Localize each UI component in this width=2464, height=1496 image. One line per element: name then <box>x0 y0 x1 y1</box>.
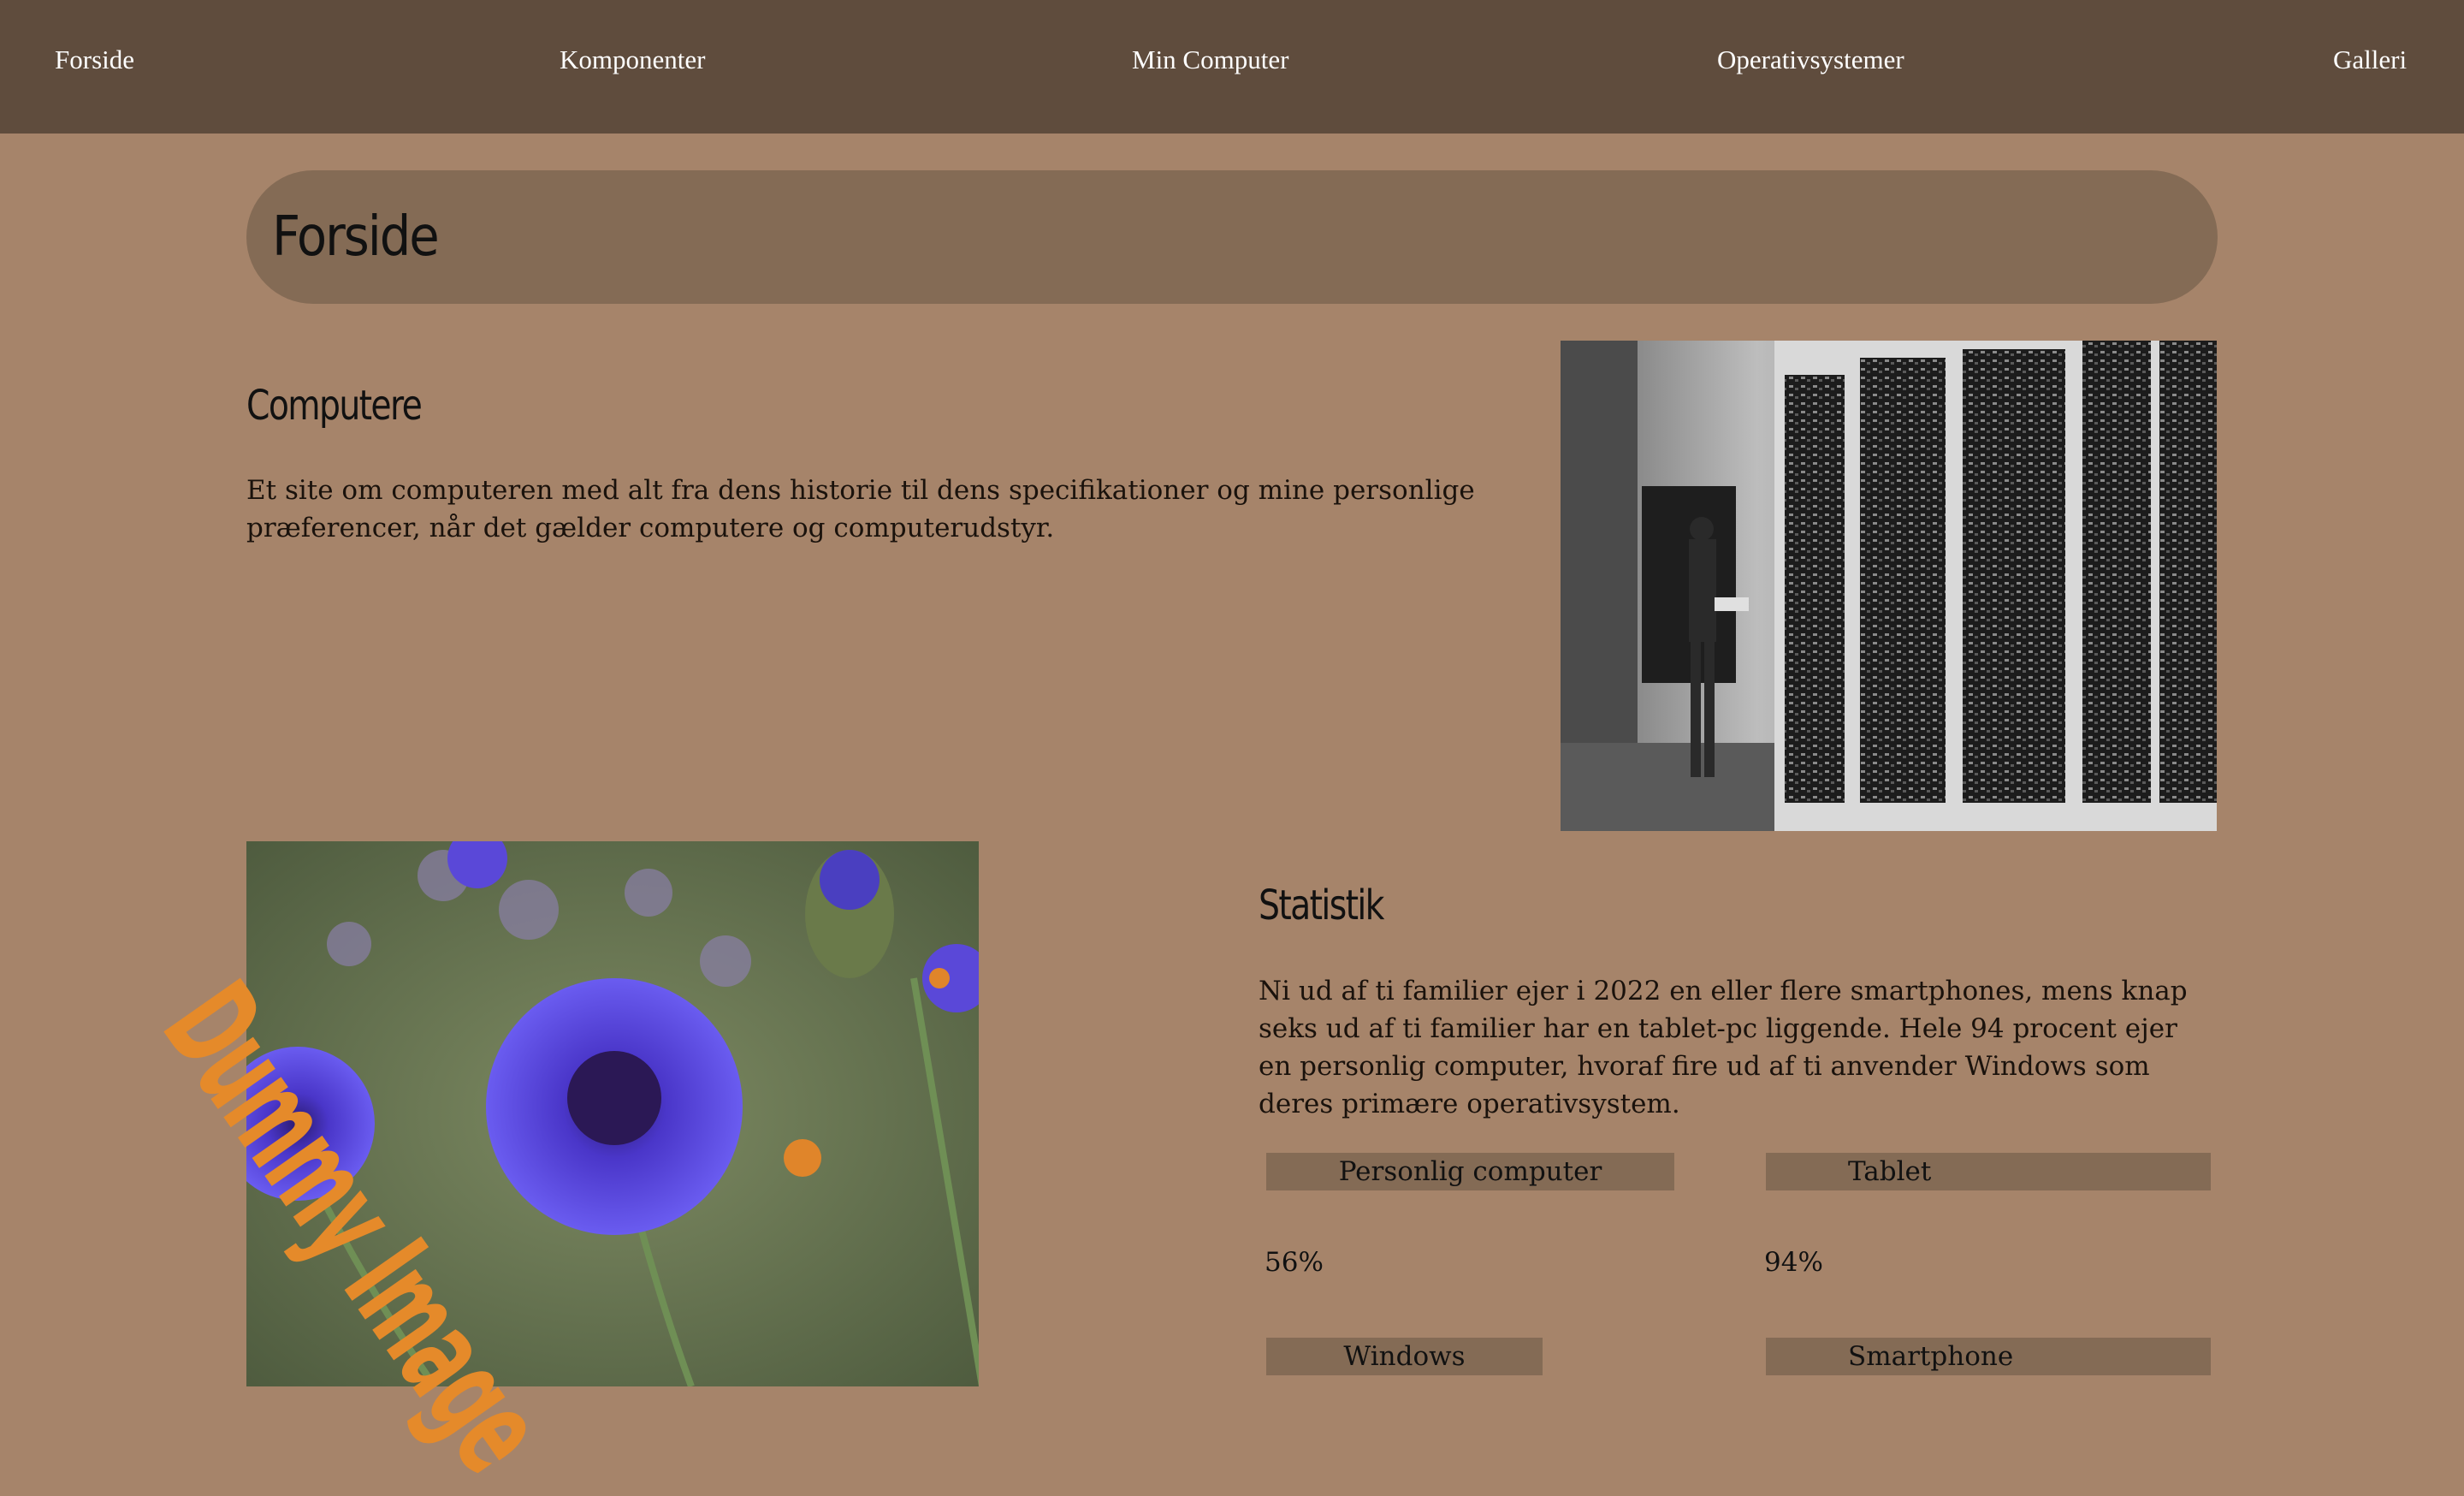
nav-link-operativsystemer[interactable]: Operativsystemer <box>1717 45 1904 75</box>
stat-label-windows: Windows <box>1266 1338 1543 1375</box>
page-title: Forside <box>272 205 440 269</box>
nav-link-galleri[interactable]: Galleri <box>2333 45 2407 75</box>
mainframe-photo-graphic <box>1561 341 2217 831</box>
intro-text: Et site om computeren med alt fra dens h… <box>246 475 1475 543</box>
stat-label-personlig-computer: Personlig computer <box>1266 1153 1674 1190</box>
top-navigation: Forside Komponenter Min Computer Operati… <box>0 0 2464 134</box>
stat-label-tablet: Tablet <box>1766 1153 2211 1190</box>
stats-text: Ni ud af ti familier ejer i 2022 en elle… <box>1259 976 2188 1119</box>
stats-heading: Statistik <box>1259 882 1384 929</box>
nav-link-forside[interactable]: Forside <box>55 45 134 75</box>
stat-label-smartphone: Smartphone <box>1766 1338 2211 1375</box>
mainframe-photo <box>1561 341 2217 831</box>
intro-heading: Computere <box>246 382 423 430</box>
stat-value-tablet: 94% <box>1764 1247 1823 1278</box>
stat-value-personlig-computer: 56% <box>1265 1247 1324 1278</box>
nav-link-min-computer[interactable]: Min Computer <box>1132 45 1288 75</box>
page-title-banner: Forside <box>246 170 2218 304</box>
nav-link-komponenter[interactable]: Komponenter <box>560 45 705 75</box>
